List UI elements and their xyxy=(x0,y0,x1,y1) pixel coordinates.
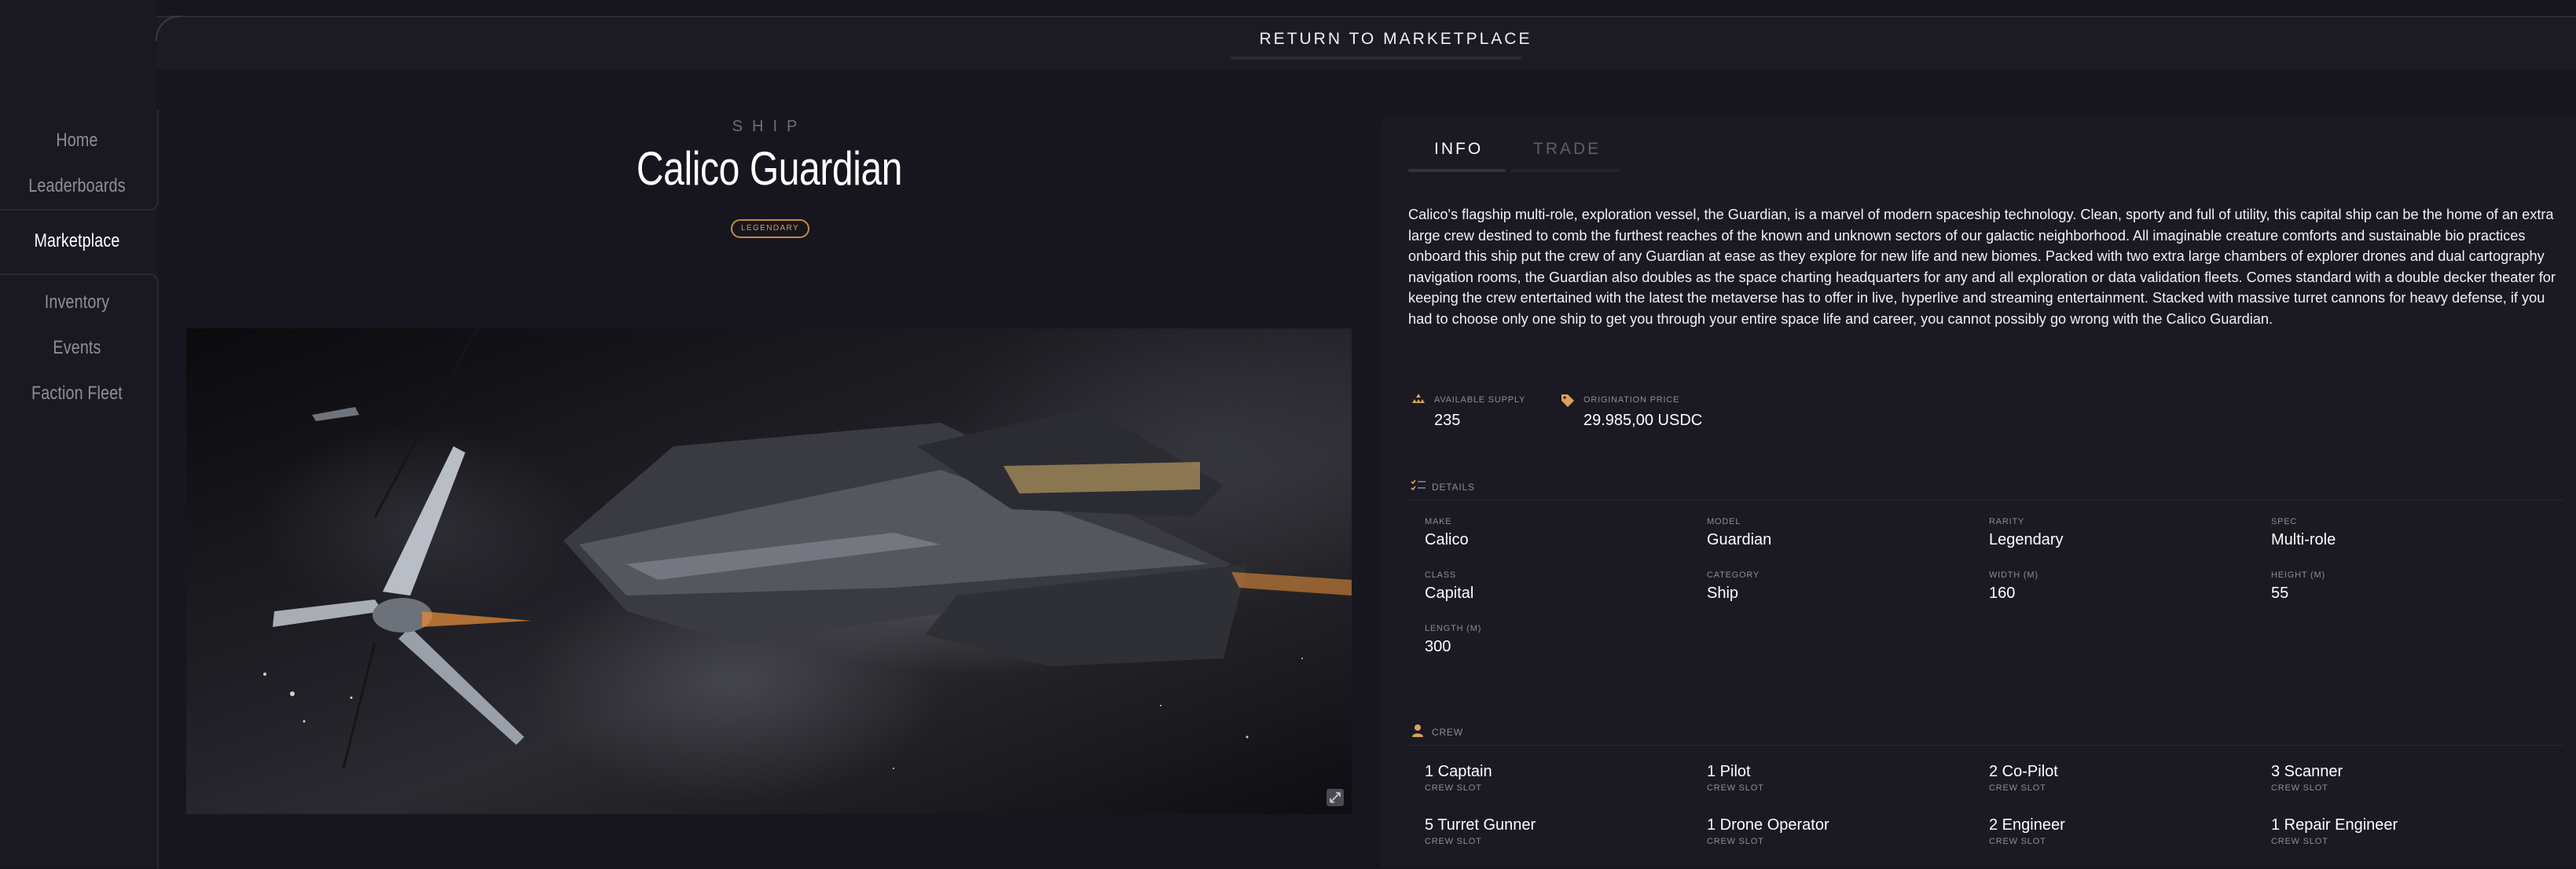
crew-slot-label: CREW SLOT xyxy=(1425,783,1482,793)
detail-model-value: Guardian xyxy=(1707,531,1772,548)
crew-slot-value: 1 Pilot xyxy=(1707,763,1751,780)
detail-length-value: 300 xyxy=(1425,638,1451,655)
return-to-marketplace-button[interactable]: RETURN TO MARKETPLACE xyxy=(1231,30,1561,49)
detail-model: MODEL Guardian xyxy=(1707,517,1771,549)
sidebar: Home Leaderboards Marketplace Inventory … xyxy=(0,0,159,869)
detail-spec: SPEC Multi-role xyxy=(2271,517,2336,549)
expand-arrows-icon xyxy=(1330,792,1341,803)
sidebar-group-bottom xyxy=(0,273,159,869)
crew-slot: 1 Repair Engineer CREW SLOT xyxy=(2271,816,2398,846)
crew-slot-value: 1 Captain xyxy=(1425,763,1492,780)
ship-image[interactable] xyxy=(186,328,1352,814)
tab-info-underline xyxy=(1408,169,1506,172)
tab-trade[interactable]: TRADE xyxy=(1533,140,1601,159)
expand-icon[interactable] xyxy=(1327,789,1344,806)
sidebar-item-leaderboards[interactable]: Leaderboards xyxy=(14,175,141,197)
detail-rarity-label: RARITY xyxy=(1989,517,2025,526)
crew-slot: 2 Co-Pilot CREW SLOT xyxy=(1989,763,2058,793)
crew-slot: 2 Engineer CREW SLOT xyxy=(1989,816,2065,846)
crew-slot: 5 Turret Gunner CREW SLOT xyxy=(1425,816,1536,846)
detail-height: HEIGHT (M) 55 xyxy=(2271,570,2325,603)
price-tag-icon xyxy=(1561,394,1574,407)
corner-decoration xyxy=(156,16,181,41)
ship-kicker: SHIP xyxy=(732,118,807,135)
crew-slot-label: CREW SLOT xyxy=(1989,783,2046,793)
price-label: ORIGINATION PRICE xyxy=(1583,395,1680,405)
detail-width-label: WIDTH (M) xyxy=(1989,570,2038,580)
return-button-underline xyxy=(1231,57,1521,60)
crew-slot-label: CREW SLOT xyxy=(1707,783,1764,793)
detail-length-label: LENGTH (M) xyxy=(1425,624,1482,633)
supply-label: AVAILABLE SUPPLY xyxy=(1434,395,1526,405)
crew-slot: 1 Drone Operator CREW SLOT xyxy=(1707,816,1829,846)
info-panel: INFO TRADE Calico's flagship multi-role,… xyxy=(1381,116,2576,867)
crew-divider xyxy=(1408,745,2563,746)
page-title: Calico Guardian xyxy=(636,142,903,195)
detail-spec-value: Multi-role xyxy=(2271,531,2336,548)
details-label: DETAILS xyxy=(1432,482,1475,493)
sidebar-item-inventory[interactable]: Inventory xyxy=(14,292,141,314)
detail-class-value: Capital xyxy=(1425,585,1474,602)
crew-person-icon xyxy=(1412,724,1423,737)
detail-make-label: MAKE xyxy=(1425,517,1452,526)
crew-slot-value: 1 Repair Engineer xyxy=(2271,816,2398,834)
detail-rarity-value: Legendary xyxy=(1989,531,2064,548)
crew-slot-value: 5 Turret Gunner xyxy=(1425,816,1536,834)
crew-slot-label: CREW SLOT xyxy=(1707,837,1764,846)
detail-height-label: HEIGHT (M) xyxy=(2271,570,2325,580)
crew-slot-label: CREW SLOT xyxy=(1989,837,2046,846)
crew-slot-label: CREW SLOT xyxy=(2271,837,2328,846)
tab-trade-underline xyxy=(1510,169,1620,172)
ship-description: Calico's flagship multi-role, exploratio… xyxy=(1408,207,2556,327)
tab-info[interactable]: INFO xyxy=(1434,140,1483,159)
supply-icon xyxy=(1412,394,1425,403)
detail-make-value: Calico xyxy=(1425,531,1469,548)
supply-value: 235 xyxy=(1434,412,1461,429)
price-value: 29.985,00 USDC xyxy=(1583,412,1703,429)
ship-illustration xyxy=(263,328,1352,769)
detail-make: MAKE Calico xyxy=(1425,517,1469,549)
crew-slot-label: CREW SLOT xyxy=(2271,783,2328,793)
detail-class: CLASS Capital xyxy=(1425,570,1473,603)
detail-category: CATEGORY Ship xyxy=(1707,570,1760,603)
detail-height-value: 55 xyxy=(2271,585,2289,602)
crew-slot-value: 3 Scanner xyxy=(2271,763,2343,780)
detail-rarity: RARITY Legendary xyxy=(1989,517,2064,549)
crew-label: CREW xyxy=(1432,727,1463,738)
detail-width-value: 160 xyxy=(1989,585,2016,602)
detail-class-label: CLASS xyxy=(1425,570,1457,580)
sidebar-item-faction-fleet[interactable]: Faction Fleet xyxy=(14,383,141,405)
detail-width: WIDTH (M) 160 xyxy=(1989,570,2038,603)
crew-slot: 1 Captain CREW SLOT xyxy=(1425,763,1492,793)
sidebar-item-events[interactable]: Events xyxy=(14,337,141,359)
crew-slot: 3 Scanner CREW SLOT xyxy=(2271,763,2343,793)
detail-category-value: Ship xyxy=(1707,585,1739,602)
detail-spec-label: SPEC xyxy=(2271,517,2298,526)
sidebar-item-home[interactable]: Home xyxy=(14,130,141,152)
crew-slot-value: 2 Engineer xyxy=(1989,816,2065,834)
detail-length: LENGTH (M) 300 xyxy=(1425,624,1481,656)
detail-category-label: CATEGORY xyxy=(1707,570,1760,580)
crew-slot-label: CREW SLOT xyxy=(1425,837,1482,846)
detail-model-label: MODEL xyxy=(1707,517,1741,526)
details-checklist-icon xyxy=(1411,479,1426,491)
rarity-badge: LEGENDARY xyxy=(731,219,809,238)
crew-slot-value: 2 Co-Pilot xyxy=(1989,763,2058,780)
sidebar-item-marketplace[interactable]: Marketplace xyxy=(14,230,141,252)
crew-slot-value: 1 Drone Operator xyxy=(1707,816,1829,834)
crew-slot: 1 Pilot CREW SLOT xyxy=(1707,763,1764,793)
